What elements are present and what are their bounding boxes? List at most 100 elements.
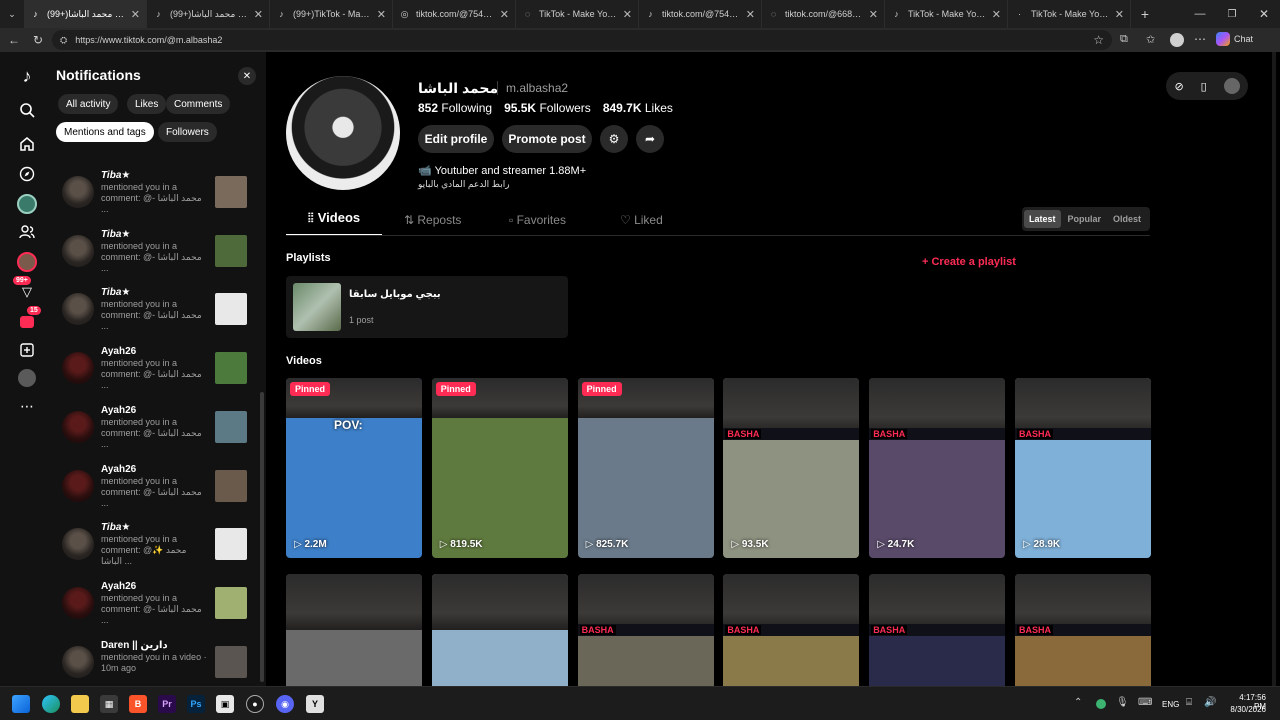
profile-avatar[interactable]: [1170, 33, 1184, 47]
premiere-icon[interactable]: Pr: [158, 695, 176, 713]
tab-reposts[interactable]: ⇅ Reposts: [404, 213, 461, 227]
back-icon[interactable]: ←: [6, 32, 22, 48]
playlist-card[interactable]: ببجي موبايل سابقا 1 post: [286, 276, 568, 338]
notification-thumbnail[interactable]: [215, 176, 247, 208]
store-icon[interactable]: ▦: [100, 695, 118, 713]
video-thumbnail[interactable]: Pinned ▷ 825.7K: [577, 378, 714, 558]
site-info-icon[interactable]: ⛭: [60, 35, 67, 46]
tab-favorites[interactable]: ▫ Favorites: [509, 213, 566, 227]
notification-thumbnail[interactable]: [215, 528, 247, 561]
filter-all-activity[interactable]: All activity: [58, 94, 119, 114]
sort-oldest[interactable]: Oldest: [1108, 210, 1146, 228]
notifications-scrollbar[interactable]: [260, 392, 264, 682]
video-thumbnail[interactable]: BASHA ▷ 24.7K: [869, 378, 1006, 558]
tab-videos[interactable]: ⦙⦙ Videos: [286, 210, 382, 236]
obs-icon[interactable]: ●: [246, 695, 264, 713]
notification-thumbnail[interactable]: [215, 234, 247, 267]
tab-close-icon[interactable]: ✕: [500, 8, 509, 21]
discord-icon[interactable]: ◉: [276, 695, 294, 713]
settings-gear-button[interactable]: ⚙: [600, 125, 628, 153]
notification-user[interactable]: Daren || دارين: [101, 640, 168, 651]
notification-user[interactable]: Tiba★: [101, 522, 130, 533]
new-tab-icon[interactable]: +: [1131, 0, 1159, 28]
followers-stat[interactable]: 95.5K Followers: [504, 101, 591, 115]
notification-user[interactable]: Ayah26: [101, 464, 136, 475]
sort-popular[interactable]: Popular: [1063, 210, 1107, 228]
edit-profile-button[interactable]: Edit profile: [418, 125, 494, 153]
microphone-icon[interactable]: 🎙: [1116, 697, 1129, 708]
tab-close-icon[interactable]: ✕: [1115, 8, 1124, 21]
video-thumbnail[interactable]: POV: Pinned ▷ 2.2M: [286, 378, 422, 558]
tab-close-icon[interactable]: ✕: [623, 8, 632, 21]
notification-item[interactable]: Tiba★ mentioned you in a comment: @✨ محمد…: [62, 522, 252, 574]
bookmark-star-icon[interactable]: ☆: [1093, 33, 1104, 47]
browser-tab[interactable]: ♪ (99+)محمد الباشا (@m.albasha2) ✕: [24, 0, 147, 28]
tab-close-icon[interactable]: ✕: [746, 8, 755, 21]
notification-item[interactable]: Tiba★ mentioned you in a comment: @- محمد…: [62, 287, 252, 339]
compass-tool-icon[interactable]: ⊘: [1174, 80, 1183, 93]
notification-avatar[interactable]: [62, 410, 94, 443]
tab-search-icon[interactable]: ⌄: [0, 0, 24, 28]
notification-avatar[interactable]: [62, 528, 94, 561]
video-thumbnail[interactable]: BASHA ▷ 28.9K: [1015, 378, 1151, 558]
filter-comments[interactable]: Comments: [166, 94, 231, 114]
live-avatar[interactable]: [15, 250, 39, 274]
tab-liked[interactable]: ♡ Liked: [620, 213, 663, 227]
tiktok-logo-icon[interactable]: ♪: [15, 64, 39, 88]
notification-user[interactable]: Tiba★: [101, 170, 130, 181]
messages-icon[interactable]: 15: [15, 306, 41, 334]
home-icon[interactable]: [15, 132, 39, 156]
more-icon[interactable]: ⋯: [15, 394, 39, 418]
notification-thumbnail[interactable]: [215, 469, 247, 502]
tab-close-icon[interactable]: ✕: [377, 8, 386, 21]
notification-item[interactable]: Tiba★ mentioned you in a comment: @- محمد…: [62, 170, 252, 222]
filter-followers[interactable]: Followers: [158, 122, 217, 142]
notification-user[interactable]: Ayah26: [101, 405, 136, 416]
capcut-icon[interactable]: ▣: [216, 695, 234, 713]
browser-tab[interactable]: ◌ tiktok.com/@66822210 ✕: [762, 0, 885, 28]
video-thumbnail[interactable]: BASHA: [869, 574, 1006, 686]
notification-thumbnail[interactable]: [215, 352, 247, 385]
tab-close-icon[interactable]: ✕: [869, 8, 878, 21]
tray-chevron-icon[interactable]: ⌃: [1074, 697, 1082, 708]
windows-start-icon[interactable]: [12, 695, 30, 713]
brave-icon[interactable]: B: [129, 695, 147, 713]
browser-tab[interactable]: ♪ TikTok - Make Your Day ✕: [885, 0, 1008, 28]
minimize-icon[interactable]: —: [1184, 8, 1216, 20]
keyboard-icon[interactable]: ⌨: [1138, 697, 1152, 708]
notification-thumbnail[interactable]: [215, 410, 247, 443]
tray-app-icon[interactable]: [1096, 699, 1106, 709]
filter-likes[interactable]: Likes: [127, 94, 167, 114]
notification-user[interactable]: Ayah26: [101, 346, 136, 357]
inbox-icon[interactable]: ▽ 99+: [13, 276, 39, 304]
notification-avatar[interactable]: [62, 234, 94, 267]
language-indicator[interactable]: ENG: [1162, 700, 1179, 709]
close-window-icon[interactable]: ✕: [1248, 7, 1280, 21]
notification-avatar[interactable]: [62, 352, 94, 385]
tab-close-icon[interactable]: ✕: [131, 8, 140, 21]
profile-nav-avatar[interactable]: [15, 366, 39, 390]
share-button[interactable]: ➦: [636, 125, 664, 153]
friends-icon[interactable]: [15, 220, 39, 244]
notification-thumbnail[interactable]: [215, 645, 247, 678]
notification-item[interactable]: Ayah26 mentioned you in a comment: @- محم…: [62, 581, 252, 633]
search-icon[interactable]: [15, 98, 39, 122]
extensions-icon[interactable]: ⧉: [1120, 33, 1128, 46]
device-tool-icon[interactable]: ▯: [1201, 80, 1207, 93]
notification-item[interactable]: Tiba★ mentioned you in a comment: @- محمد…: [62, 229, 252, 281]
tab-close-icon[interactable]: ✕: [254, 8, 263, 21]
photoshop-icon[interactable]: Ps: [187, 695, 205, 713]
notification-avatar[interactable]: [62, 645, 94, 678]
more-menu-icon[interactable]: ⋯: [1194, 32, 1206, 46]
browser-tab[interactable]: ◌ TikTok - Make Your Day ✕: [516, 0, 639, 28]
notification-thumbnail[interactable]: [215, 586, 247, 619]
filter-mentions-and-tags[interactable]: Mentions and tags: [56, 122, 154, 142]
following-avatar[interactable]: [15, 192, 39, 216]
notification-item[interactable]: Daren || دارين mentioned you in a video ·…: [62, 640, 252, 692]
video-thumbnail[interactable]: BASHA: [1015, 574, 1151, 686]
network-icon[interactable]: ⌸: [1186, 697, 1192, 708]
video-thumbnail[interactable]: BASHA ▷ 93.5K: [723, 378, 860, 558]
promote-post-button[interactable]: Promote post: [502, 125, 592, 153]
notification-user[interactable]: Ayah26: [101, 581, 136, 592]
edge-browser-icon[interactable]: [42, 695, 60, 713]
